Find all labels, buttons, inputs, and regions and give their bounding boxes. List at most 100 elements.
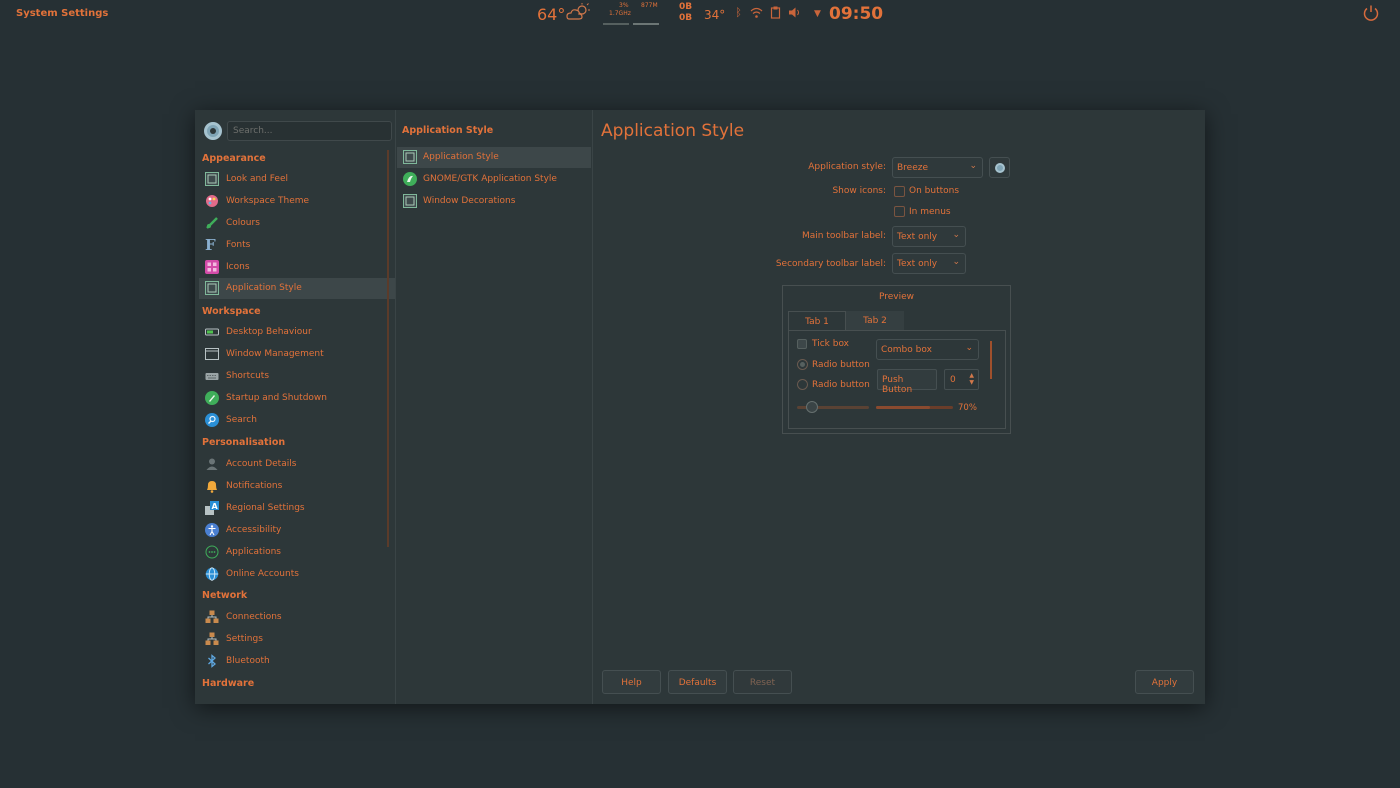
sidebar-item-connections[interactable]: Connections	[199, 607, 395, 628]
subnav-item-gtk-style[interactable]: GNOME/GTK Application Style	[397, 169, 591, 190]
sidebar-item-look-and-feel[interactable]: Look and Feel	[199, 169, 395, 190]
preview-radio-button-2[interactable]	[797, 379, 808, 390]
chevron-down-icon: ⌄	[965, 343, 973, 353]
bluetooth-icon[interactable]: ᛒ	[732, 6, 745, 19]
applications-icon	[205, 545, 219, 559]
accessibility-icon	[205, 523, 219, 537]
sidebar-item-search[interactable]: Search	[199, 410, 395, 431]
category-workspace: Workspace	[202, 306, 261, 317]
user-icon	[206, 458, 218, 470]
sidebar-item-regional-settings[interactable]: A Regional Settings	[199, 498, 395, 519]
preview-spin-value: 0	[950, 375, 956, 385]
sidebar-item-application-style[interactable]: Application Style	[199, 278, 395, 299]
search-input[interactable]: Search...	[227, 121, 392, 141]
in-menus-label: In menus	[909, 207, 951, 217]
volume-icon[interactable]	[788, 6, 801, 19]
sidebar-item-online-accounts[interactable]: Online Accounts	[199, 564, 395, 585]
sidebar-item-startup-and-shutdown[interactable]: Startup and Shutdown	[199, 388, 395, 409]
apply-button[interactable]: Apply	[1135, 670, 1194, 694]
active-app-title: System Settings	[16, 8, 109, 19]
sidebar-item-window-management[interactable]: Window Management	[199, 344, 395, 365]
startup-rocket-icon	[205, 391, 219, 405]
in-menus-checkbox[interactable]	[894, 206, 905, 217]
gnome-gtk-icon	[403, 172, 417, 186]
sidebar-item-bluetooth[interactable]: Bluetooth	[199, 651, 395, 672]
sidebar-item-colours[interactable]: Colours	[199, 213, 395, 234]
globe-icon	[205, 567, 219, 581]
preview-combo-value: Combo box	[881, 345, 932, 355]
application-style-page: Application Style Application style: Bre…	[594, 110, 1205, 704]
preview-slider-handle[interactable]	[806, 401, 818, 413]
sidebar-item-shortcuts[interactable]: Shortcuts	[199, 366, 395, 387]
sidebar-item-label: Fonts	[226, 240, 251, 250]
cpu-percent: 3%	[619, 2, 629, 9]
help-button[interactable]: Help	[602, 670, 661, 694]
settings-sidebar: Search... Appearance Look and Feel Works…	[195, 110, 396, 704]
preview-tab-pane: Tick box Radio button Radio button Combo…	[788, 330, 1006, 429]
tray-expand-arrow-icon[interactable]: ▼	[811, 8, 824, 21]
window-decorations-icon	[403, 194, 417, 208]
reset-button[interactable]: Reset	[733, 670, 792, 694]
preview-tick-box[interactable]	[797, 339, 807, 349]
power-icon[interactable]	[1362, 4, 1380, 22]
bluetooth-icon	[208, 654, 216, 668]
configure-style-button[interactable]	[989, 157, 1010, 178]
spin-arrows-icon: ▲ ▼	[969, 372, 974, 386]
wifi-icon[interactable]	[750, 6, 763, 19]
sidebar-item-network-settings[interactable]: Settings	[199, 629, 395, 650]
application-style-combo[interactable]: Breeze ⌄	[892, 157, 983, 178]
category-network: Network	[202, 590, 248, 601]
main-toolbar-combo[interactable]: Text only ⌄	[892, 226, 966, 247]
application-style-icon	[403, 150, 417, 164]
weather-cloud-sun-icon[interactable]	[566, 2, 592, 22]
regional-settings-icon: A	[205, 501, 219, 515]
preview-progress-label: 70%	[958, 403, 977, 413]
sidebar-scrollbar[interactable]	[387, 150, 389, 547]
system-settings-window: Search... Appearance Look and Feel Works…	[195, 110, 1205, 704]
preview-tab-2[interactable]: Tab 2	[846, 311, 904, 331]
preview-tick-box-label: Tick box	[812, 339, 850, 349]
main-toolbar-label: Main toolbar label:	[802, 231, 886, 241]
sidebar-item-notifications[interactable]: Notifications	[199, 476, 395, 497]
desktop-behaviour-icon	[205, 328, 219, 336]
network-settings-icon	[205, 632, 219, 645]
chevron-down-icon: ⌄	[952, 230, 960, 240]
preview-spin-box[interactable]: 0 ▲ ▼	[944, 369, 979, 390]
sidebar-item-fonts[interactable]: F Fonts	[199, 235, 395, 256]
icons-icon	[205, 260, 219, 274]
system-tray: 64° 3% 1.7GHz 877M 0B 0B 34° ᛒ ▼	[537, 0, 877, 28]
sidebar-item-account-details[interactable]: Account Details	[199, 454, 395, 475]
sidebar-item-label: Bluetooth	[226, 656, 270, 666]
secondary-toolbar-combo[interactable]: Text only ⌄	[892, 253, 966, 274]
on-buttons-checkbox[interactable]	[894, 186, 905, 197]
show-icons-label: Show icons:	[832, 186, 886, 196]
preview-scrollbar[interactable]	[990, 341, 992, 379]
category-hardware: Hardware	[202, 678, 255, 689]
sidebar-item-accessibility[interactable]: Accessibility	[199, 520, 395, 541]
svg-text:A: A	[212, 502, 219, 511]
subnav-item-label: Application Style	[423, 152, 499, 162]
memory-bar	[633, 23, 659, 25]
clipboard-icon[interactable]	[769, 6, 782, 19]
clock[interactable]: 09:50	[829, 4, 883, 24]
application-style-label: Application style:	[808, 162, 886, 172]
sidebar-item-workspace-theme[interactable]: Workspace Theme	[199, 191, 395, 212]
preview-push-button[interactable]: Push Button	[877, 369, 937, 395]
subnav-item-window-decorations[interactable]: Window Decorations	[397, 191, 591, 212]
sidebar-item-desktop-behaviour[interactable]: Desktop Behaviour	[199, 322, 395, 343]
sidebar-item-label: Desktop Behaviour	[226, 327, 312, 337]
settings-gear-icon	[204, 122, 222, 140]
subnav-item-application-style[interactable]: Application Style	[397, 147, 591, 168]
secondary-toolbar-label: Secondary toolbar label:	[775, 259, 886, 269]
sidebar-item-icons[interactable]: Icons	[199, 257, 395, 278]
weather-temperature[interactable]: 64°	[537, 5, 565, 24]
chevron-down-icon: ⌄	[969, 161, 977, 171]
preview-tab-1[interactable]: Tab 1	[788, 311, 846, 331]
sidebar-item-label: Colours	[226, 218, 260, 228]
preview-combo-box[interactable]: Combo box ⌄	[876, 339, 979, 360]
defaults-button[interactable]: Defaults	[668, 670, 727, 694]
network-upload: 0B	[679, 2, 693, 12]
preview-radio-button-1[interactable]	[797, 359, 808, 370]
sidebar-item-applications[interactable]: Applications	[199, 542, 395, 563]
sidebar-item-label: Connections	[226, 612, 282, 622]
